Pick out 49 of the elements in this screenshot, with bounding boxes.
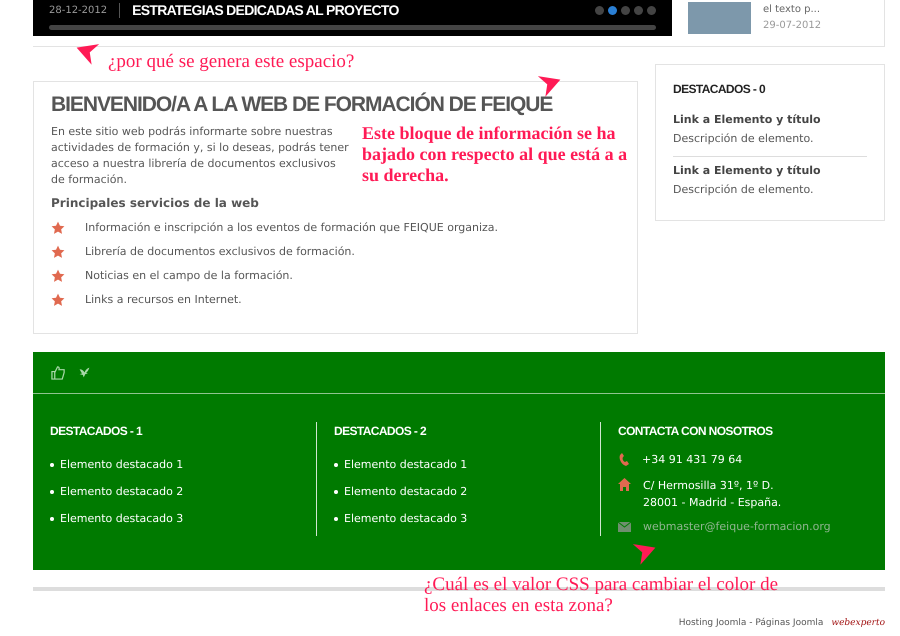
photo-placeholder (688, 2, 751, 34)
footer-link[interactable]: Elemento destacado 2 (60, 483, 184, 500)
star-icon (51, 293, 65, 307)
star-icon (51, 245, 65, 259)
footer-column-title: DESTACADOS - 2 (334, 423, 428, 440)
contact-address-line: C/ Hermosilla 31º, 1º D. (643, 478, 775, 494)
footer-link[interactable]: Elemento destacado 1 (344, 456, 468, 473)
star-icon (51, 269, 65, 283)
annotation-note: ¿Cuál es el valor CSS para cambiar el color de los enlaces en esta zona? (424, 574, 780, 616)
envelope-icon (618, 522, 631, 532)
contact-address-line: 28001 - Madrid - España. (643, 494, 782, 510)
featured-description: Descripción de elemento. (673, 131, 815, 147)
service-item: Noticias en el campo de la formación. (85, 268, 293, 284)
footer-link[interactable]: Elemento destacado 3 (60, 510, 184, 527)
bullet-icon (50, 490, 54, 494)
slide-title: ESTRATEGIAS DEDICADAS AL PROYECTO (131, 2, 399, 18)
home-icon (618, 478, 631, 490)
bullet-icon (334, 490, 338, 494)
bullet-icon (334, 462, 338, 466)
thumbs-up-icon[interactable] (51, 365, 66, 380)
slide-date: 28-12-2012 (49, 2, 120, 18)
featured-link[interactable]: Link a Elemento y título (673, 110, 867, 130)
news-date: 29-07-2012 (763, 19, 822, 33)
bullet-icon (50, 462, 54, 466)
webexperto-logo[interactable]: webexperto (831, 617, 885, 630)
intro-paragraph: En este sitio web podrás informarte sobre nuestras actividades de formación y, si lo deseas, podrás tener acceso a nuestra librería de documentos exclusivos de formación. (51, 124, 350, 188)
bullet-icon (334, 516, 338, 520)
service-item: Información e inscripción a los eventos de formación que FEIQUE organiza. (85, 220, 498, 236)
bullet-icon (50, 516, 54, 520)
footer-link[interactable]: Elemento destacado 1 (60, 456, 184, 473)
bird-icon[interactable] (78, 366, 91, 379)
featured-link[interactable]: Link a Elemento y título (673, 161, 867, 181)
footer-link[interactable]: Elemento destacado 3 (344, 510, 468, 527)
service-item: Links a recursos en Internet. (85, 292, 242, 308)
news-excerpt: el texto p... (763, 3, 822, 17)
footer-link[interactable]: Elemento destacado 2 (344, 483, 468, 500)
contact-title: CONTACTA CON NOSOTROS (618, 423, 774, 440)
annotation-note: Este bloque de información se ha bajado con respecto al que está a a su derecha. (362, 123, 628, 186)
service-item: Librería de documentos exclusivos de formación. (85, 244, 355, 260)
services-heading: Principales servicios de la web (51, 195, 260, 212)
welcome-title: BIENVENIDO/A A LA WEB DE FORMACIÓN DE FEIQUE (51, 92, 552, 118)
phone-icon (618, 453, 630, 468)
featured-description: Descripción de elemento. (673, 182, 815, 198)
featured-title: DESTACADOS - 0 (673, 81, 766, 98)
annotation-note: ¿por qué se genera este espacio? (108, 50, 354, 74)
credits-text: Hosting Joomla - Páginas Joomla (678, 617, 824, 630)
star-icon (51, 221, 65, 235)
footer-column-title: DESTACADOS - 1 (50, 423, 144, 440)
contact-phone: +34 91 431 79 64 (642, 452, 742, 468)
